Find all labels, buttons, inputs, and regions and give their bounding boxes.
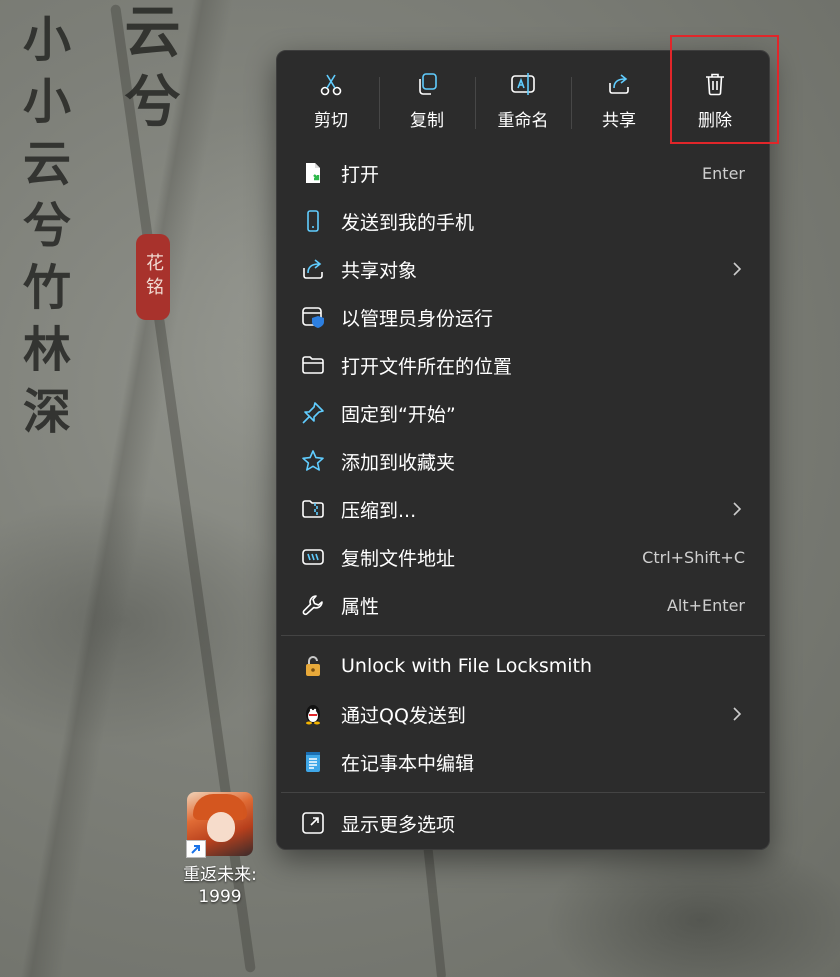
- scissors-icon: [320, 74, 342, 96]
- menu-item-label: 压缩到...: [341, 499, 417, 522]
- delete-highlight-box: [670, 35, 779, 144]
- menu-item-run-as-admin[interactable]: 以管理员身份运行: [277, 293, 769, 341]
- menu-item-label: 复制文件地址: [341, 547, 456, 570]
- menu-item-shortcut: Ctrl+Shift+C: [642, 547, 745, 567]
- menu-item-shortcut: Enter: [702, 163, 745, 183]
- chevron-right-icon: [731, 704, 743, 724]
- chevron-right-icon: [731, 499, 743, 519]
- menu-item-label: 打开: [341, 163, 380, 186]
- star-icon: [301, 449, 325, 473]
- rename-label: 重命名: [497, 111, 549, 131]
- wrench-icon: [301, 593, 325, 617]
- menu-item-send-to-phone[interactable]: 发送到我的手机: [277, 197, 769, 245]
- notepad-icon: [301, 750, 325, 774]
- open-file-icon: [301, 161, 325, 185]
- menu-item-copy-path[interactable]: 复制文件地址 Ctrl+Shift+C: [277, 533, 769, 581]
- desktop-icon-label: 重返未来: 1999: [183, 865, 257, 907]
- copy-path-icon: [301, 545, 325, 569]
- folder-icon: [301, 353, 325, 377]
- menu-item-edit-notepad[interactable]: 在记事本中编辑: [277, 738, 769, 786]
- menu-item-label: 发送到我的手机: [341, 211, 475, 234]
- wallpaper-seal: 花铭: [136, 234, 170, 320]
- menu-separator: [281, 635, 765, 636]
- menu-item-compress-to[interactable]: 压缩到...: [277, 485, 769, 533]
- copy-icon: [419, 73, 437, 95]
- menu-item-label: 在记事本中编辑: [341, 752, 475, 775]
- share-button[interactable]: 共享: [571, 59, 667, 139]
- copy-label: 复制: [410, 111, 444, 131]
- shield-icon: [301, 305, 325, 329]
- rename-button[interactable]: 重命名: [475, 59, 572, 139]
- menu-item-label: Unlock with File Locksmith: [341, 655, 593, 677]
- menu-item-pin-to-start[interactable]: 固定到“开始”: [277, 389, 769, 437]
- menu-item-label: 以管理员身份运行: [341, 307, 494, 330]
- shortcut-arrow-icon: [186, 840, 206, 858]
- wallpaper-calligraphy-right: 云兮: [115, 2, 181, 142]
- wallpaper-calligraphy-left: 小小云兮竹林深: [14, 14, 70, 448]
- menu-item-label: 显示更多选项: [341, 813, 456, 836]
- menu-item-label: 打开文件所在的位置: [341, 355, 513, 378]
- expand-icon: [301, 811, 325, 835]
- rename-icon: [511, 73, 535, 95]
- cut-label: 剪切: [314, 111, 348, 131]
- menu-items: 打开 Enter 发送到我的手机 共享对象 以管理员身份运行 打开文件所在的位置…: [277, 149, 769, 847]
- context-menu: 剪切 复制 重命名 共享 删除 打开 Enter 发送到我的手机 共享对象 以管…: [276, 35, 779, 850]
- share-icon: [609, 74, 629, 94]
- menu-item-send-via-qq[interactable]: 通过QQ发送到: [277, 690, 769, 738]
- zip-folder-icon: [301, 497, 325, 521]
- padlock-icon: [301, 654, 325, 678]
- qq-penguin-icon: [301, 702, 325, 726]
- share-icon: [301, 257, 325, 281]
- menu-item-show-more-options[interactable]: 显示更多选项: [277, 799, 769, 847]
- menu-item-label: 属性: [341, 595, 380, 618]
- phone-icon: [301, 209, 325, 233]
- menu-item-open[interactable]: 打开 Enter: [277, 149, 769, 197]
- share-label: 共享: [602, 111, 636, 131]
- menu-separator: [281, 792, 765, 793]
- menu-item-label: 通过QQ发送到: [341, 704, 466, 727]
- cut-button[interactable]: 剪切: [283, 59, 380, 139]
- menu-item-add-favorites[interactable]: 添加到收藏夹: [277, 437, 769, 485]
- menu-item-open-location[interactable]: 打开文件所在的位置: [277, 341, 769, 389]
- menu-item-label: 共享对象: [341, 259, 418, 282]
- menu-item-shortcut: Alt+Enter: [666, 595, 745, 615]
- pin-icon: [301, 401, 325, 425]
- copy-button[interactable]: 复制: [379, 59, 476, 139]
- menu-item-label: 固定到“开始”: [341, 403, 456, 426]
- menu-item-properties[interactable]: 属性 Alt+Enter: [277, 581, 769, 629]
- chevron-right-icon: [731, 259, 743, 279]
- menu-item-label: 添加到收藏夹: [341, 451, 456, 474]
- menu-item-share-with[interactable]: 共享对象: [277, 245, 769, 293]
- menu-item-file-locksmith[interactable]: Unlock with File Locksmith: [277, 642, 769, 690]
